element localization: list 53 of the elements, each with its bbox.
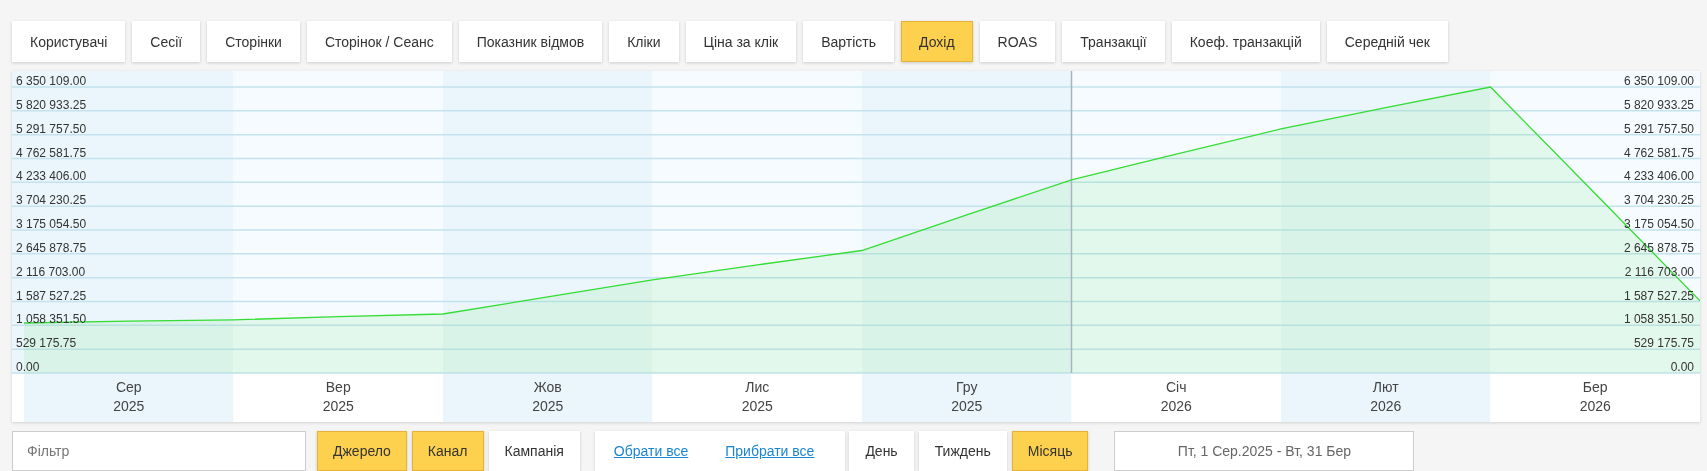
axis-label: 4 762 581.75 (16, 145, 87, 160)
metric-tab[interactable]: Середній чек (1326, 21, 1448, 62)
axis-label: 529 175.75 (16, 336, 77, 351)
axis-label: 2 645 878.75 (16, 240, 87, 255)
axis-label: 5 291 757.50 (1623, 121, 1694, 136)
metric-tab[interactable]: Кліки (609, 21, 679, 62)
group-toggle[interactable]: Кампанія (488, 431, 580, 471)
period-tab[interactable]: Місяць (1011, 431, 1089, 471)
metric-tab[interactable]: Дохід (901, 21, 973, 62)
axis-label: Лис 2025 (741, 379, 773, 414)
metric-tab[interactable]: Вартість (803, 21, 895, 62)
metric-tab[interactable]: Сторінок / Сеанс (306, 21, 452, 62)
axis-label: 3 175 054.50 (16, 217, 87, 231)
metric-tab[interactable]: Сесії (132, 21, 201, 62)
metric-tab[interactable]: Транзакції (1062, 21, 1165, 62)
axis-label: 3 704 230.25 (1623, 193, 1694, 208)
metric-tab[interactable]: Коеф. транзакцій (1171, 21, 1320, 62)
axis-label: Бер 2026 (1579, 379, 1611, 414)
axis-label: 4 233 406.00 (1623, 169, 1694, 184)
axis-label: 1 058 351.50 (1623, 312, 1694, 327)
metric-tab[interactable]: Користувачі (12, 21, 126, 62)
axis-label: Лют 2026 (1370, 379, 1402, 414)
axis-label: 0.00 (16, 360, 40, 374)
axis-label: 6 350 109.00 (16, 74, 87, 88)
axis-label: 6 350 109.00 (1623, 74, 1694, 88)
axis-label: 4 233 406.00 (16, 169, 87, 184)
axis-label: 5 291 757.50 (16, 121, 87, 136)
period-tab[interactable]: День (849, 431, 914, 471)
metric-tab[interactable]: Ціна за клік (685, 21, 797, 62)
axis-label: Січ 2026 (1160, 379, 1192, 414)
axis-label: Гру 2025 (951, 379, 983, 414)
metric-tab[interactable]: Сторінки (207, 21, 300, 62)
date-range-field[interactable]: Пт, 1 Сер.2025 - Вт, 31 Бер (1114, 431, 1415, 471)
axis-label: 3 704 230.25 (16, 193, 87, 208)
axis-label: 1 587 527.25 (1623, 288, 1694, 303)
axis-label: Сер 2025 (113, 379, 145, 414)
axis-label: 5 820 933.25 (1623, 97, 1694, 112)
metric-tab[interactable]: Показник відмов (458, 21, 603, 62)
axis-label: Вер 2025 (322, 379, 354, 414)
period-tab[interactable]: Тиждень (918, 431, 1007, 471)
axis-label: 0.00 (1670, 360, 1694, 374)
axis-label: 2 116 703.00 (16, 264, 86, 279)
select-link[interactable]: Прибрати все (725, 443, 815, 459)
axis-label: Жов 2025 (532, 379, 564, 414)
group-toggle[interactable]: Джерело (317, 431, 407, 471)
group-toggle[interactable]: Канал (411, 431, 484, 471)
axis-label: 5 820 933.25 (16, 97, 87, 112)
metric-tab[interactable]: ROAS (979, 21, 1056, 62)
axis-label: 4 762 581.75 (1623, 145, 1694, 160)
axis-label: 529 175.75 (1633, 336, 1694, 351)
axis-label: 1 587 527.25 (16, 288, 87, 303)
select-link[interactable]: Обрати все (613, 443, 689, 459)
filter-field[interactable]: Фільтр (12, 431, 306, 471)
